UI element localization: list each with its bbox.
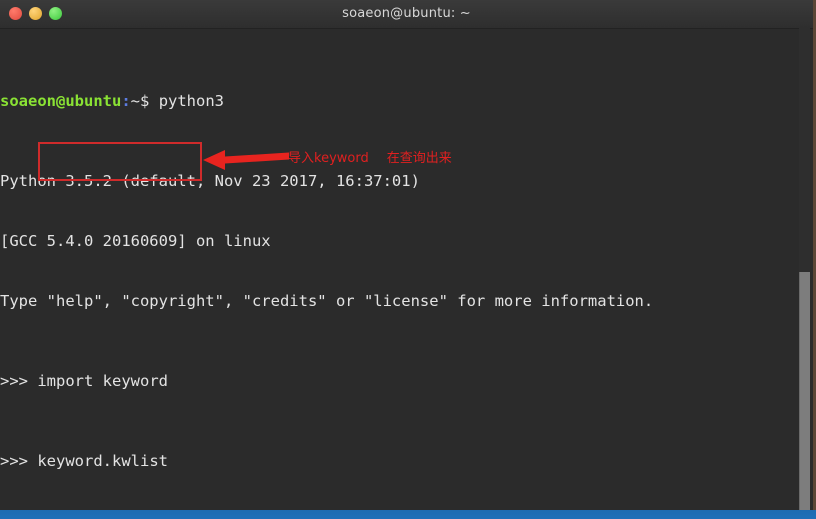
python-input-2: keyword.kwlist [37, 452, 168, 470]
terminal-screen[interactable]: soaeon@ubuntu:~$ python3 Python 3.5.2 (d… [0, 31, 747, 510]
shell-prompt-line: soaeon@ubuntu:~$ python3 [0, 91, 747, 111]
python-input-1: import keyword [37, 372, 168, 390]
window-titlebar[interactable]: soaeon@ubuntu: ~ [0, 0, 813, 29]
terminal-scrollbar[interactable] [799, 28, 810, 510]
py-prompt-1: >>> [0, 372, 28, 390]
shell-command-text: python3 [158, 92, 225, 110]
scrollbar-thumb[interactable] [799, 272, 810, 510]
annotation-note-2: 在查询出来 [386, 151, 452, 166]
python-banner-line-2: [GCC 5.4.0 20160609] on linux [0, 232, 271, 250]
py-prompt-2: >>> [0, 452, 28, 470]
annotation-note-1: 导入keyword [288, 151, 369, 166]
python-input-line-1: >>> import keyword [0, 371, 747, 391]
window-title: soaeon@ubuntu: ~ [342, 6, 471, 21]
prompt-path: ~$ [130, 92, 150, 110]
python-banner-line-1: Python 3.5.2 (default, Nov 23 2017, 16:3… [0, 172, 420, 190]
spacer-2 [28, 452, 37, 470]
python-input-line-2: >>> keyword.kwlist [0, 451, 747, 471]
shell-command [149, 92, 158, 110]
spacer-1 [28, 372, 37, 390]
python-banner-line-3: Type "help", "copyright", "credits" or "… [0, 292, 654, 310]
terminal-window: soaeon@ubuntu: ~ soaeon@ubuntu:~$ python… [0, 0, 816, 510]
prompt-colon: : [121, 92, 131, 110]
prompt-userhost: soaeon@ubuntu [0, 92, 122, 110]
terminal-body[interactable]: soaeon@ubuntu:~$ python3 Python 3.5.2 (d… [0, 29, 813, 510]
annotation-note: 导入keyword 在查询出来 [288, 150, 452, 168]
